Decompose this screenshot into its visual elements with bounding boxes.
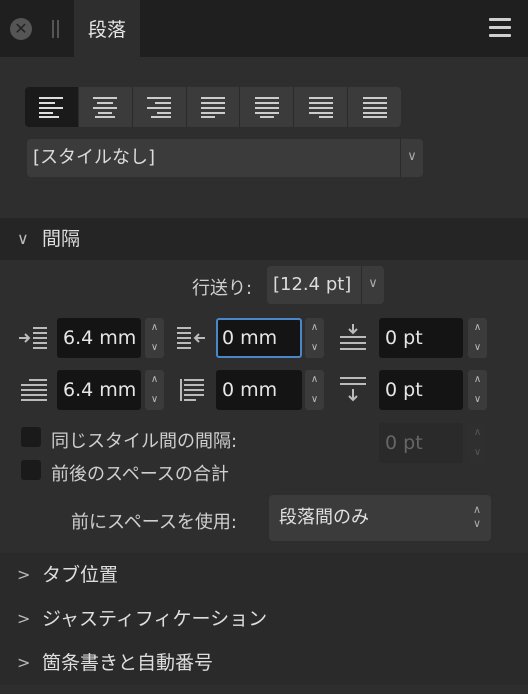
justify-right-button[interactable]: [294, 87, 349, 127]
paragraph-style-select[interactable]: [スタイルなし] ∨: [27, 139, 423, 177]
stepper-up-icon: ∧: [473, 427, 482, 438]
space-after-value: 0 pt: [385, 379, 423, 401]
stepper-up-icon[interactable]: ∧: [305, 370, 324, 390]
combine-spacing-label: 前後のスペースの合計: [51, 464, 229, 485]
align-right-button[interactable]: [132, 87, 187, 127]
stepper-up-icon[interactable]: ∧: [468, 370, 487, 390]
stepper-down-icon[interactable]: ∨: [305, 338, 324, 358]
left-indent-value: 6.4 mm: [63, 327, 137, 349]
align-center-icon: [93, 97, 118, 118]
chevron-down-icon: ∨: [17, 229, 29, 248]
tabs-section-title: タブ位置: [42, 564, 119, 586]
stepper-up-icon[interactable]: ∧: [145, 318, 164, 338]
last-line-indent-field[interactable]: 0 mm: [216, 370, 302, 410]
align-center-button[interactable]: [78, 87, 133, 127]
combine-spacing-checkbox[interactable]: [21, 460, 41, 480]
paragraph-panel: ✕ 段落 [スタイルなし] ∨ ∨ 間隔 行送り: [12.4 pt] ∨ 6.…: [0, 0, 528, 694]
first-line-indent-icon: [21, 379, 47, 401]
chevron-right-icon: >: [17, 565, 31, 584]
same-style-spacing-checkbox[interactable]: [21, 427, 41, 447]
stepper-up-icon[interactable]: ∧: [305, 318, 324, 338]
justify-left-button[interactable]: [186, 87, 241, 127]
drag-handle-icon[interactable]: [52, 20, 59, 38]
same-style-spacing-field: 0 pt: [379, 423, 463, 463]
justification-section-title: ジャスティフィケーション: [42, 608, 268, 630]
use-space-before-value: 段落間のみ: [279, 507, 369, 528]
last-line-indent-stepper[interactable]: ∧ ∨: [305, 370, 324, 410]
same-style-spacing-value: 0 pt: [385, 432, 423, 454]
bullets-section-title: 箇条書きと自動番号: [42, 652, 214, 674]
same-style-spacing-label: 同じスタイル間の間隔:: [51, 431, 238, 452]
first-line-indent-field[interactable]: 6.4 mm: [57, 370, 141, 410]
chevron-down-icon[interactable]: ∨: [400, 139, 423, 177]
space-before-field[interactable]: 0 pt: [379, 318, 463, 358]
justify-all-icon: [362, 97, 387, 118]
justify-center-button[interactable]: [240, 87, 295, 127]
justify-all-button[interactable]: [348, 87, 401, 127]
panel-menu-icon[interactable]: [489, 18, 511, 38]
spacing-section-header[interactable]: ∨ 間隔: [0, 218, 528, 260]
right-indent-icon: [177, 327, 205, 349]
right-indent-stepper[interactable]: ∧ ∨: [305, 318, 324, 358]
left-indent-icon: [19, 327, 47, 349]
stepper-up-icon[interactable]: ∧: [145, 370, 164, 390]
updown-chevron-icon: ∧ ∨: [472, 503, 481, 530]
left-indent-field[interactable]: 6.4 mm: [57, 318, 141, 358]
paragraph-style-value: [スタイルなし]: [33, 147, 156, 168]
last-line-indent-value: 0 mm: [222, 379, 278, 401]
chevron-right-icon: >: [17, 609, 31, 628]
stepper-up-icon[interactable]: ∧: [468, 318, 487, 338]
alignment-group: [25, 87, 401, 127]
stepper-down-icon[interactable]: ∨: [145, 338, 164, 358]
same-style-spacing-stepper: ∧ ∨: [468, 423, 487, 463]
space-after-icon: [340, 377, 366, 402]
space-before-stepper[interactable]: ∧ ∨: [468, 318, 487, 358]
leading-select[interactable]: [12.4 pt] ∨: [267, 266, 384, 304]
align-left-button[interactable]: [25, 87, 79, 127]
justify-center-icon: [254, 97, 279, 118]
spacing-section-title: 間隔: [42, 228, 81, 250]
right-indent-value: 0 mm: [222, 327, 278, 349]
leading-label: 行送り:: [192, 278, 253, 299]
stepper-down-icon[interactable]: ∨: [468, 390, 487, 410]
use-space-before-label: 前にスペースを使用:: [71, 512, 237, 533]
tab-paragraph[interactable]: 段落: [74, 0, 140, 57]
align-left-icon: [39, 97, 64, 118]
chevron-down-icon[interactable]: ∨: [361, 266, 384, 304]
stepper-down-icon: ∨: [473, 447, 482, 458]
space-before-value: 0 pt: [385, 327, 423, 349]
justify-left-icon: [201, 97, 225, 118]
last-line-indent-icon: [180, 379, 204, 401]
space-before-icon: [340, 324, 366, 350]
close-icon[interactable]: ✕: [10, 18, 32, 40]
first-line-indent-stepper[interactable]: ∧ ∨: [145, 370, 164, 410]
use-space-before-select[interactable]: 段落間のみ ∧ ∨: [269, 495, 491, 541]
align-right-icon: [147, 97, 172, 118]
space-after-field[interactable]: 0 pt: [379, 370, 463, 410]
stepper-down-icon[interactable]: ∨: [305, 390, 324, 410]
bullets-section-header[interactable]: > 箇条書きと自動番号: [0, 641, 528, 685]
chevron-right-icon: >: [17, 653, 31, 672]
panel-titlebar: ✕ 段落: [0, 0, 528, 57]
first-line-indent-value: 6.4 mm: [63, 379, 137, 401]
justification-section-header[interactable]: > ジャスティフィケーション: [0, 597, 528, 641]
stepper-down-icon[interactable]: ∨: [145, 390, 164, 410]
right-indent-field[interactable]: 0 mm: [216, 318, 302, 358]
space-after-stepper[interactable]: ∧ ∨: [468, 370, 487, 410]
left-indent-stepper[interactable]: ∧ ∨: [145, 318, 164, 358]
stepper-down-icon[interactable]: ∨: [468, 338, 487, 358]
tabs-section-header[interactable]: > タブ位置: [0, 553, 528, 597]
leading-value: [12.4 pt]: [273, 274, 352, 295]
justify-right-icon: [308, 97, 333, 118]
